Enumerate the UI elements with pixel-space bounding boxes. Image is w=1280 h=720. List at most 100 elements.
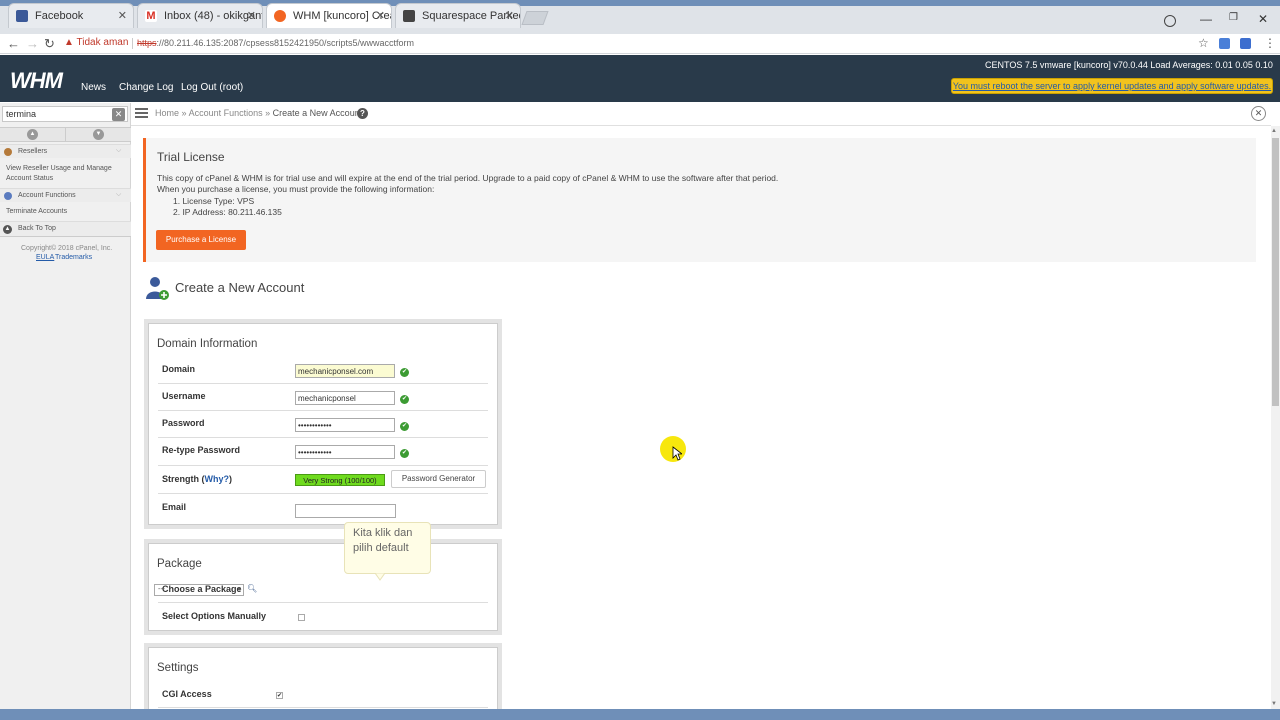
url-scheme: https xyxy=(137,38,157,48)
tab-facebook[interactable]: Facebook ✕ xyxy=(8,3,134,28)
check-icon: ✔ xyxy=(400,422,409,431)
squarespace-icon xyxy=(403,10,415,22)
password-generator-button[interactable]: Password Generator xyxy=(391,470,486,488)
extension-icon[interactable] xyxy=(1240,38,1251,49)
package-search-icon[interactable]: 🔍︎ xyxy=(247,584,257,593)
retype-password-row: Re-type Password ✔ xyxy=(158,438,488,466)
menu-toggle-icon[interactable] xyxy=(135,108,148,118)
close-tab-icon[interactable]: ✕ xyxy=(247,4,256,28)
tooltip-arrow xyxy=(375,573,385,581)
expand-all-icon[interactable]: ▼ xyxy=(93,129,104,140)
domain-input[interactable] xyxy=(295,364,395,378)
close-tab-icon[interactable]: ✕ xyxy=(376,4,385,28)
resellers-icon xyxy=(4,148,12,156)
password-label: Password xyxy=(162,418,205,428)
arrow-up-icon: ▲ xyxy=(3,225,12,234)
gmail-icon: M xyxy=(145,10,157,22)
trial-title: Trial License xyxy=(157,150,225,164)
forward-icon[interactable]: → xyxy=(26,36,39,51)
trademarks-link[interactable]: Trademarks xyxy=(55,254,92,261)
trial-text: When you purchase a license, you must pr… xyxy=(157,184,435,194)
breadcrumb-current: Create a New Account xyxy=(272,108,363,118)
strength-label-close: ) xyxy=(229,474,232,484)
reload-icon[interactable]: ↻ xyxy=(44,36,55,52)
domain-label: Domain xyxy=(162,364,196,374)
email-input[interactable] xyxy=(295,504,396,518)
help-icon[interactable]: ? xyxy=(357,108,368,119)
sidebar-item-terminate-accounts[interactable]: Terminate Accounts xyxy=(6,208,67,215)
annotation-tooltip: Kita klik dan pilih default xyxy=(344,522,431,574)
tab-label: Facebook xyxy=(35,10,84,22)
bookmark-star-icon[interactable]: ☆ xyxy=(1198,36,1209,50)
back-to-top-link[interactable]: ▲ Back To Top xyxy=(0,221,131,237)
close-tab-icon[interactable]: ✕ xyxy=(505,4,514,28)
window-bottom-border xyxy=(0,709,1280,720)
whm-logo[interactable]: WHM xyxy=(10,68,63,94)
chevron-down-icon: ⌵ xyxy=(116,191,122,198)
sidebar-search-input[interactable]: termina xyxy=(2,106,128,122)
trial-license-notice: Trial License This copy of cPanel & WHM … xyxy=(143,138,1256,262)
select-options-checkbox[interactable] xyxy=(298,614,305,621)
divider xyxy=(132,38,133,49)
retype-password-input[interactable] xyxy=(295,445,395,459)
username-input[interactable] xyxy=(295,391,395,405)
scrollbar-thumb[interactable] xyxy=(1272,138,1279,406)
sidebar-section-account-functions[interactable]: Account Functions ⌵ xyxy=(0,188,131,202)
tab-gmail[interactable]: M Inbox (48) - okikganteng ✕ xyxy=(137,3,263,28)
email-row: Email xyxy=(158,494,488,520)
sidebar-section-resellers[interactable]: Resellers ⌵ xyxy=(0,144,131,158)
browser-menu-icon[interactable]: ⋮ xyxy=(1264,36,1276,50)
password-strength-meter: Very Strong (100/100) xyxy=(295,474,385,486)
why-link[interactable]: Why? xyxy=(205,474,230,484)
cgi-access-row: CGI Access ✔ xyxy=(158,683,488,708)
scroll-up-icon[interactable]: ▲ xyxy=(1271,128,1277,134)
strength-row: Strength (Why?) Very Strong (100/100) Pa… xyxy=(158,466,488,494)
window-close-icon[interactable]: ✕ xyxy=(1258,12,1268,26)
username-row: Username ✔ xyxy=(158,384,488,411)
check-icon: ✔ xyxy=(400,449,409,458)
minimize-icon[interactable]: — xyxy=(1200,12,1212,26)
package-select[interactable]: --- ▾ xyxy=(154,584,244,596)
divider xyxy=(131,125,1271,126)
tab-squarespace[interactable]: Squarespace Parked Dom ✕ xyxy=(395,3,521,28)
password-input[interactable] xyxy=(295,418,395,432)
tab-whm[interactable]: WHM [kuncoro] Create a ✕ xyxy=(266,3,392,28)
close-circle-icon[interactable]: ✕ xyxy=(1251,106,1266,121)
eula-link[interactable]: EULA xyxy=(36,254,54,261)
sidebar-item-reseller-usage[interactable]: View Reseller Usage and Manage Account S… xyxy=(6,164,126,184)
breadcrumb: Home » Account Functions » Create a New … xyxy=(155,108,362,118)
close-tab-icon[interactable]: ✕ xyxy=(118,4,127,28)
server-info: CENTOS 7.5 vmware [kuncoro] v70.0.44 Loa… xyxy=(985,60,1273,70)
breadcrumb-home[interactable]: Home xyxy=(155,108,179,118)
breadcrumb-account-functions[interactable]: Account Functions xyxy=(189,108,263,118)
reboot-notice-link[interactable]: You must reboot the server to apply kern… xyxy=(951,78,1273,94)
not-secure-indicator[interactable]: ▲ Tidak aman xyxy=(64,37,128,48)
profile-icon[interactable] xyxy=(1164,15,1176,27)
cgi-access-checkbox[interactable]: ✔ xyxy=(276,692,283,699)
warning-icon: ▲ xyxy=(64,37,74,48)
retype-password-label: Re-type Password xyxy=(162,445,241,455)
back-icon[interactable]: ← xyxy=(7,36,20,51)
nav-news[interactable]: News xyxy=(81,82,106,93)
url-text[interactable]: https://80.211.46.135:2087/cpsess8152421… xyxy=(137,38,414,48)
panel-heading: Settings xyxy=(157,662,199,674)
translate-extension-icon[interactable] xyxy=(1219,38,1230,49)
settings-panel: Settings CGI Access ✔ xyxy=(144,643,502,713)
nav-logout[interactable]: Log Out (root) xyxy=(181,82,243,93)
check-icon: ✔ xyxy=(400,395,409,404)
add-user-icon xyxy=(146,277,169,300)
scroll-down-icon[interactable]: ▼ xyxy=(1271,701,1277,707)
clear-search-icon[interactable]: ✕ xyxy=(112,108,125,121)
panel-heading: Domain Information xyxy=(157,338,258,350)
collapse-all-icon[interactable]: ▲ xyxy=(27,129,38,140)
purchase-license-button[interactable]: Purchase a License xyxy=(156,230,246,250)
copyright: Copyright© 2018 cPanel, Inc. xyxy=(21,245,113,252)
nav-changelog[interactable]: Change Log xyxy=(119,82,174,93)
domain-information-panel: Domain Information Domain ✔ Username ✔ P… xyxy=(144,319,502,529)
divider xyxy=(65,127,66,142)
cgi-access-label: CGI Access xyxy=(162,689,212,699)
restore-icon[interactable]: ❐ xyxy=(1229,12,1238,23)
ip-address: 2. IP Address: 80.211.46.135 xyxy=(173,207,282,217)
package-select-value: --- xyxy=(158,586,165,593)
password-row: Password ✔ xyxy=(158,411,488,438)
